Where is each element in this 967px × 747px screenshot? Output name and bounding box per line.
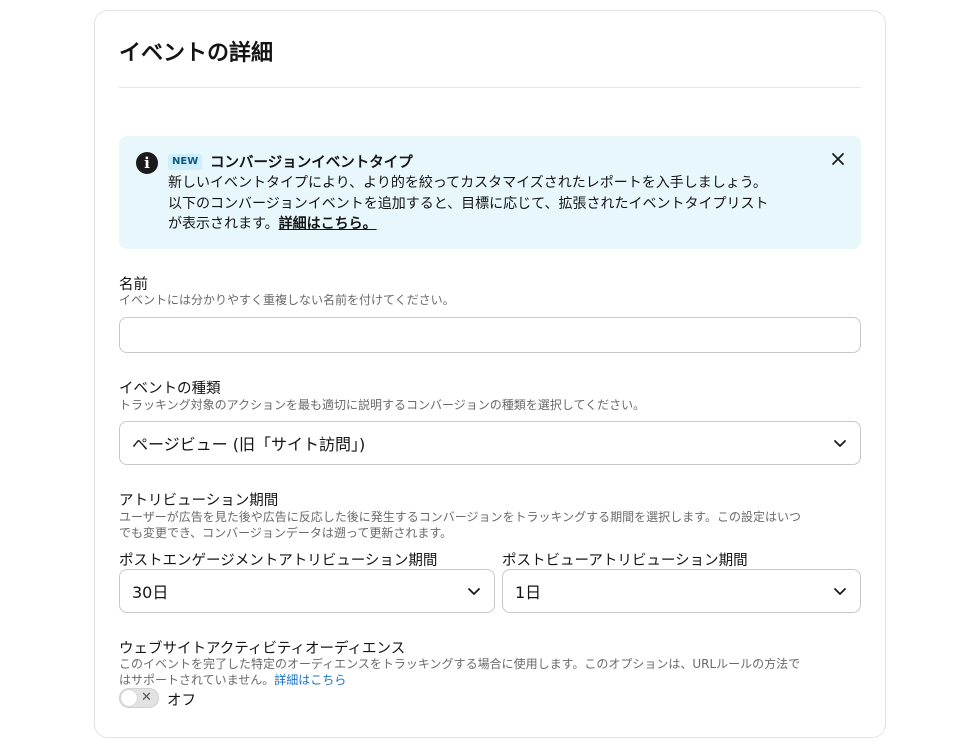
name-help: イベントには分かりやすく重複しない名前を付けてください。 (119, 293, 455, 307)
learn-more-link[interactable]: 詳細はこちら。 (279, 216, 377, 232)
info-banner: i NEW コンバージョンイベントタイプ 新しいイベントタイプにより、より的を絞… (119, 136, 861, 249)
banner-body-line: 新しいイベントタイプにより、より的を絞ってカスタマイズされたレポートを入手しまし… (168, 175, 767, 191)
view-window-label: ポストビューアトリビューション期間 (502, 553, 748, 569)
audience-toggle[interactable]: ✕ (119, 688, 159, 708)
engagement-window-select[interactable]: 30日 (119, 569, 495, 613)
banner-body-line: が表示されます。詳細はこちら。 (168, 214, 828, 235)
event-type-value: ページビュー (旧「サイト訪問」) (132, 435, 366, 454)
view-window-select[interactable]: 1日 (502, 569, 861, 613)
name-label: 名前 (119, 277, 148, 293)
attribution-label: アトリビューション期間 (119, 493, 279, 509)
event-type-help: トラッキング対象のアクションを最も適切に説明するコンバージョンの種類を選択してく… (119, 398, 646, 412)
event-details-card: イベントの詳細 i NEW コンバージョンイベントタイプ 新しいイベントタイプに… (94, 10, 886, 738)
attribution-help-line: でも変更でき、コンバージョンデータは遡って更新されます。 (119, 526, 453, 540)
event-type-select[interactable]: ページビュー (旧「サイト訪問」) (119, 421, 861, 465)
new-badge: NEW (168, 154, 203, 170)
audience-help-text: はサポートされていません。 (119, 673, 275, 687)
audience-label: ウェブサイトアクティビティオーディエンス (119, 641, 406, 657)
banner-title: コンバージョンイベントタイプ (210, 155, 413, 171)
name-input[interactable] (119, 317, 861, 353)
close-icon: ✕ (141, 690, 152, 705)
page-title: イベントの詳細 (119, 41, 274, 66)
toggle-state-label: オフ (167, 693, 196, 709)
chevron-down-icon (834, 588, 846, 595)
close-icon[interactable] (829, 150, 847, 168)
banner-body-text: が表示されます。 (168, 216, 279, 232)
chevron-down-icon (468, 588, 480, 595)
info-icon: i (136, 152, 158, 174)
engagement-window-label: ポストエンゲージメントアトリビューション期間 (119, 553, 438, 569)
banner-body-line: 以下のコンバージョンイベントを追加すると、目標に応じて、拡張されたイベントタイプ… (168, 195, 769, 212)
attribution-help: ユーザーが広告を見た後や広告に反応した後に発生するコンバージョンをトラッキングす… (119, 509, 801, 541)
toggle-knob (121, 690, 137, 706)
view-window-value: 1日 (515, 583, 542, 602)
banner-body: 新しいイベントタイプにより、より的を絞ってカスタマイズされたレポートを入手しまし… (168, 173, 828, 235)
audience-help: このイベントを完了した特定のオーディエンスをトラッキングする場合に使用します。こ… (119, 656, 800, 688)
audience-help-line: はサポートされていません。詳細はこちら (119, 672, 800, 688)
chevron-down-icon (834, 440, 846, 447)
audience-learn-more-link[interactable]: 詳細はこちら (274, 673, 346, 687)
engagement-window-value: 30日 (132, 583, 169, 602)
event-type-label: イベントの種類 (119, 381, 221, 397)
audience-help-line: このイベントを完了した特定のオーディエンスをトラッキングする場合に使用します。こ… (119, 657, 801, 671)
attribution-help-line: ユーザーが広告を見た後や広告に反応した後に発生するコンバージョンをトラッキングす… (119, 510, 801, 524)
divider (119, 87, 861, 88)
